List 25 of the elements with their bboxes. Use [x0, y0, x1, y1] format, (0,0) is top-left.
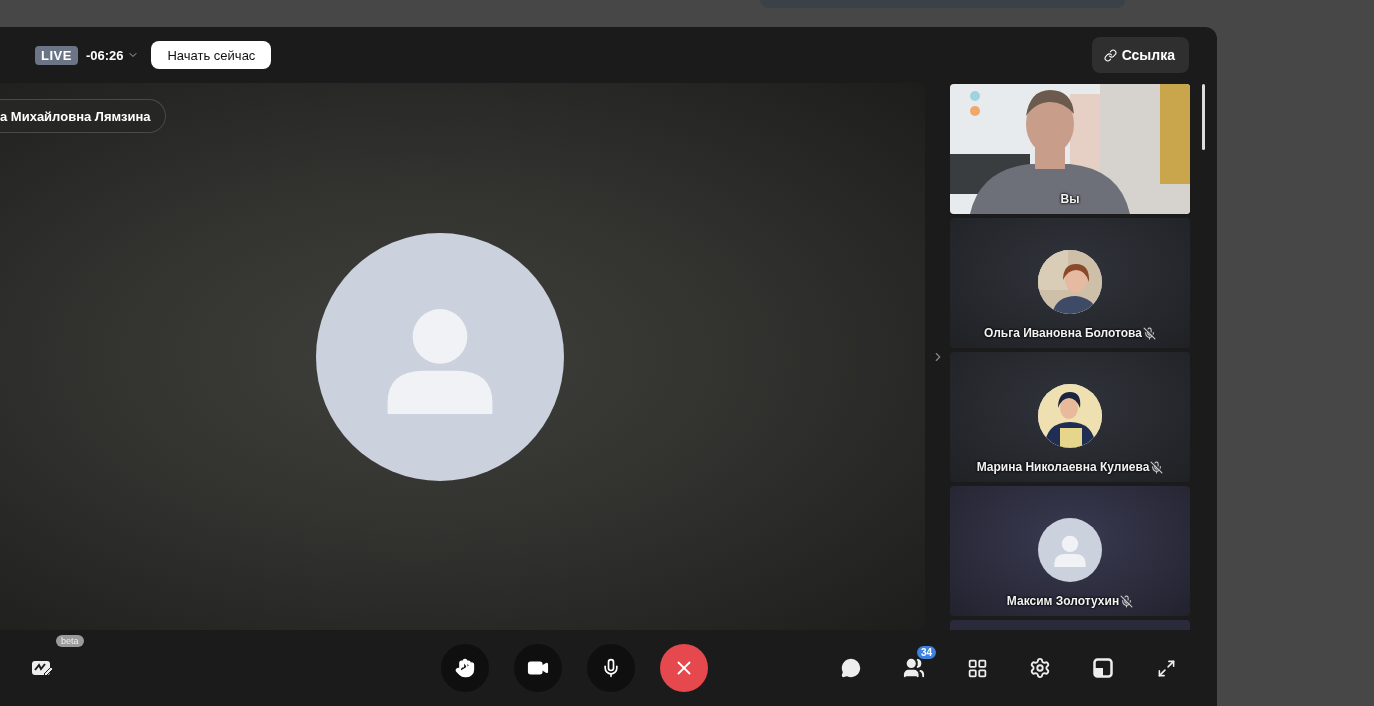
camera-button[interactable] — [514, 644, 562, 692]
link-button[interactable]: Ссылка — [1091, 37, 1189, 73]
timer: -06:26 — [85, 47, 124, 63]
participant-name: Максим Золотухин — [1006, 594, 1120, 608]
link-icon — [1103, 48, 1117, 62]
raise-hand-button[interactable] — [441, 644, 489, 692]
live-badge: LIVE — [35, 45, 78, 65]
speaker-name: а Михайловна Лямзина — [0, 99, 166, 133]
participants-count: 34 — [917, 646, 937, 659]
beta-badge: beta — [56, 635, 84, 647]
participant-tile[interactable]: Марина Николаевна Кулиева — [950, 352, 1190, 482]
participant-tile[interactable]: Вы — [950, 84, 1190, 214]
microphone-button[interactable] — [587, 644, 635, 692]
participant-tile[interactable]: Ольга Ивановна Болотова — [950, 218, 1190, 348]
participant-name: Ольга Ивановна Болотова — [984, 326, 1142, 340]
participant-tile[interactable]: Максим Золотухин — [950, 486, 1190, 616]
person-icon — [1053, 533, 1087, 567]
start-now-button[interactable]: Начать сейчас — [151, 41, 272, 69]
end-call-button[interactable] — [660, 644, 708, 692]
hand-icon — [455, 658, 475, 678]
microphone-icon — [601, 658, 621, 678]
picture-in-picture-button[interactable] — [1090, 655, 1116, 681]
scrollbar-thumb[interactable] — [1202, 84, 1205, 150]
participant-name: Марина Николаевна Кулиева — [976, 460, 1150, 474]
participant-name: Вы — [1060, 192, 1080, 206]
